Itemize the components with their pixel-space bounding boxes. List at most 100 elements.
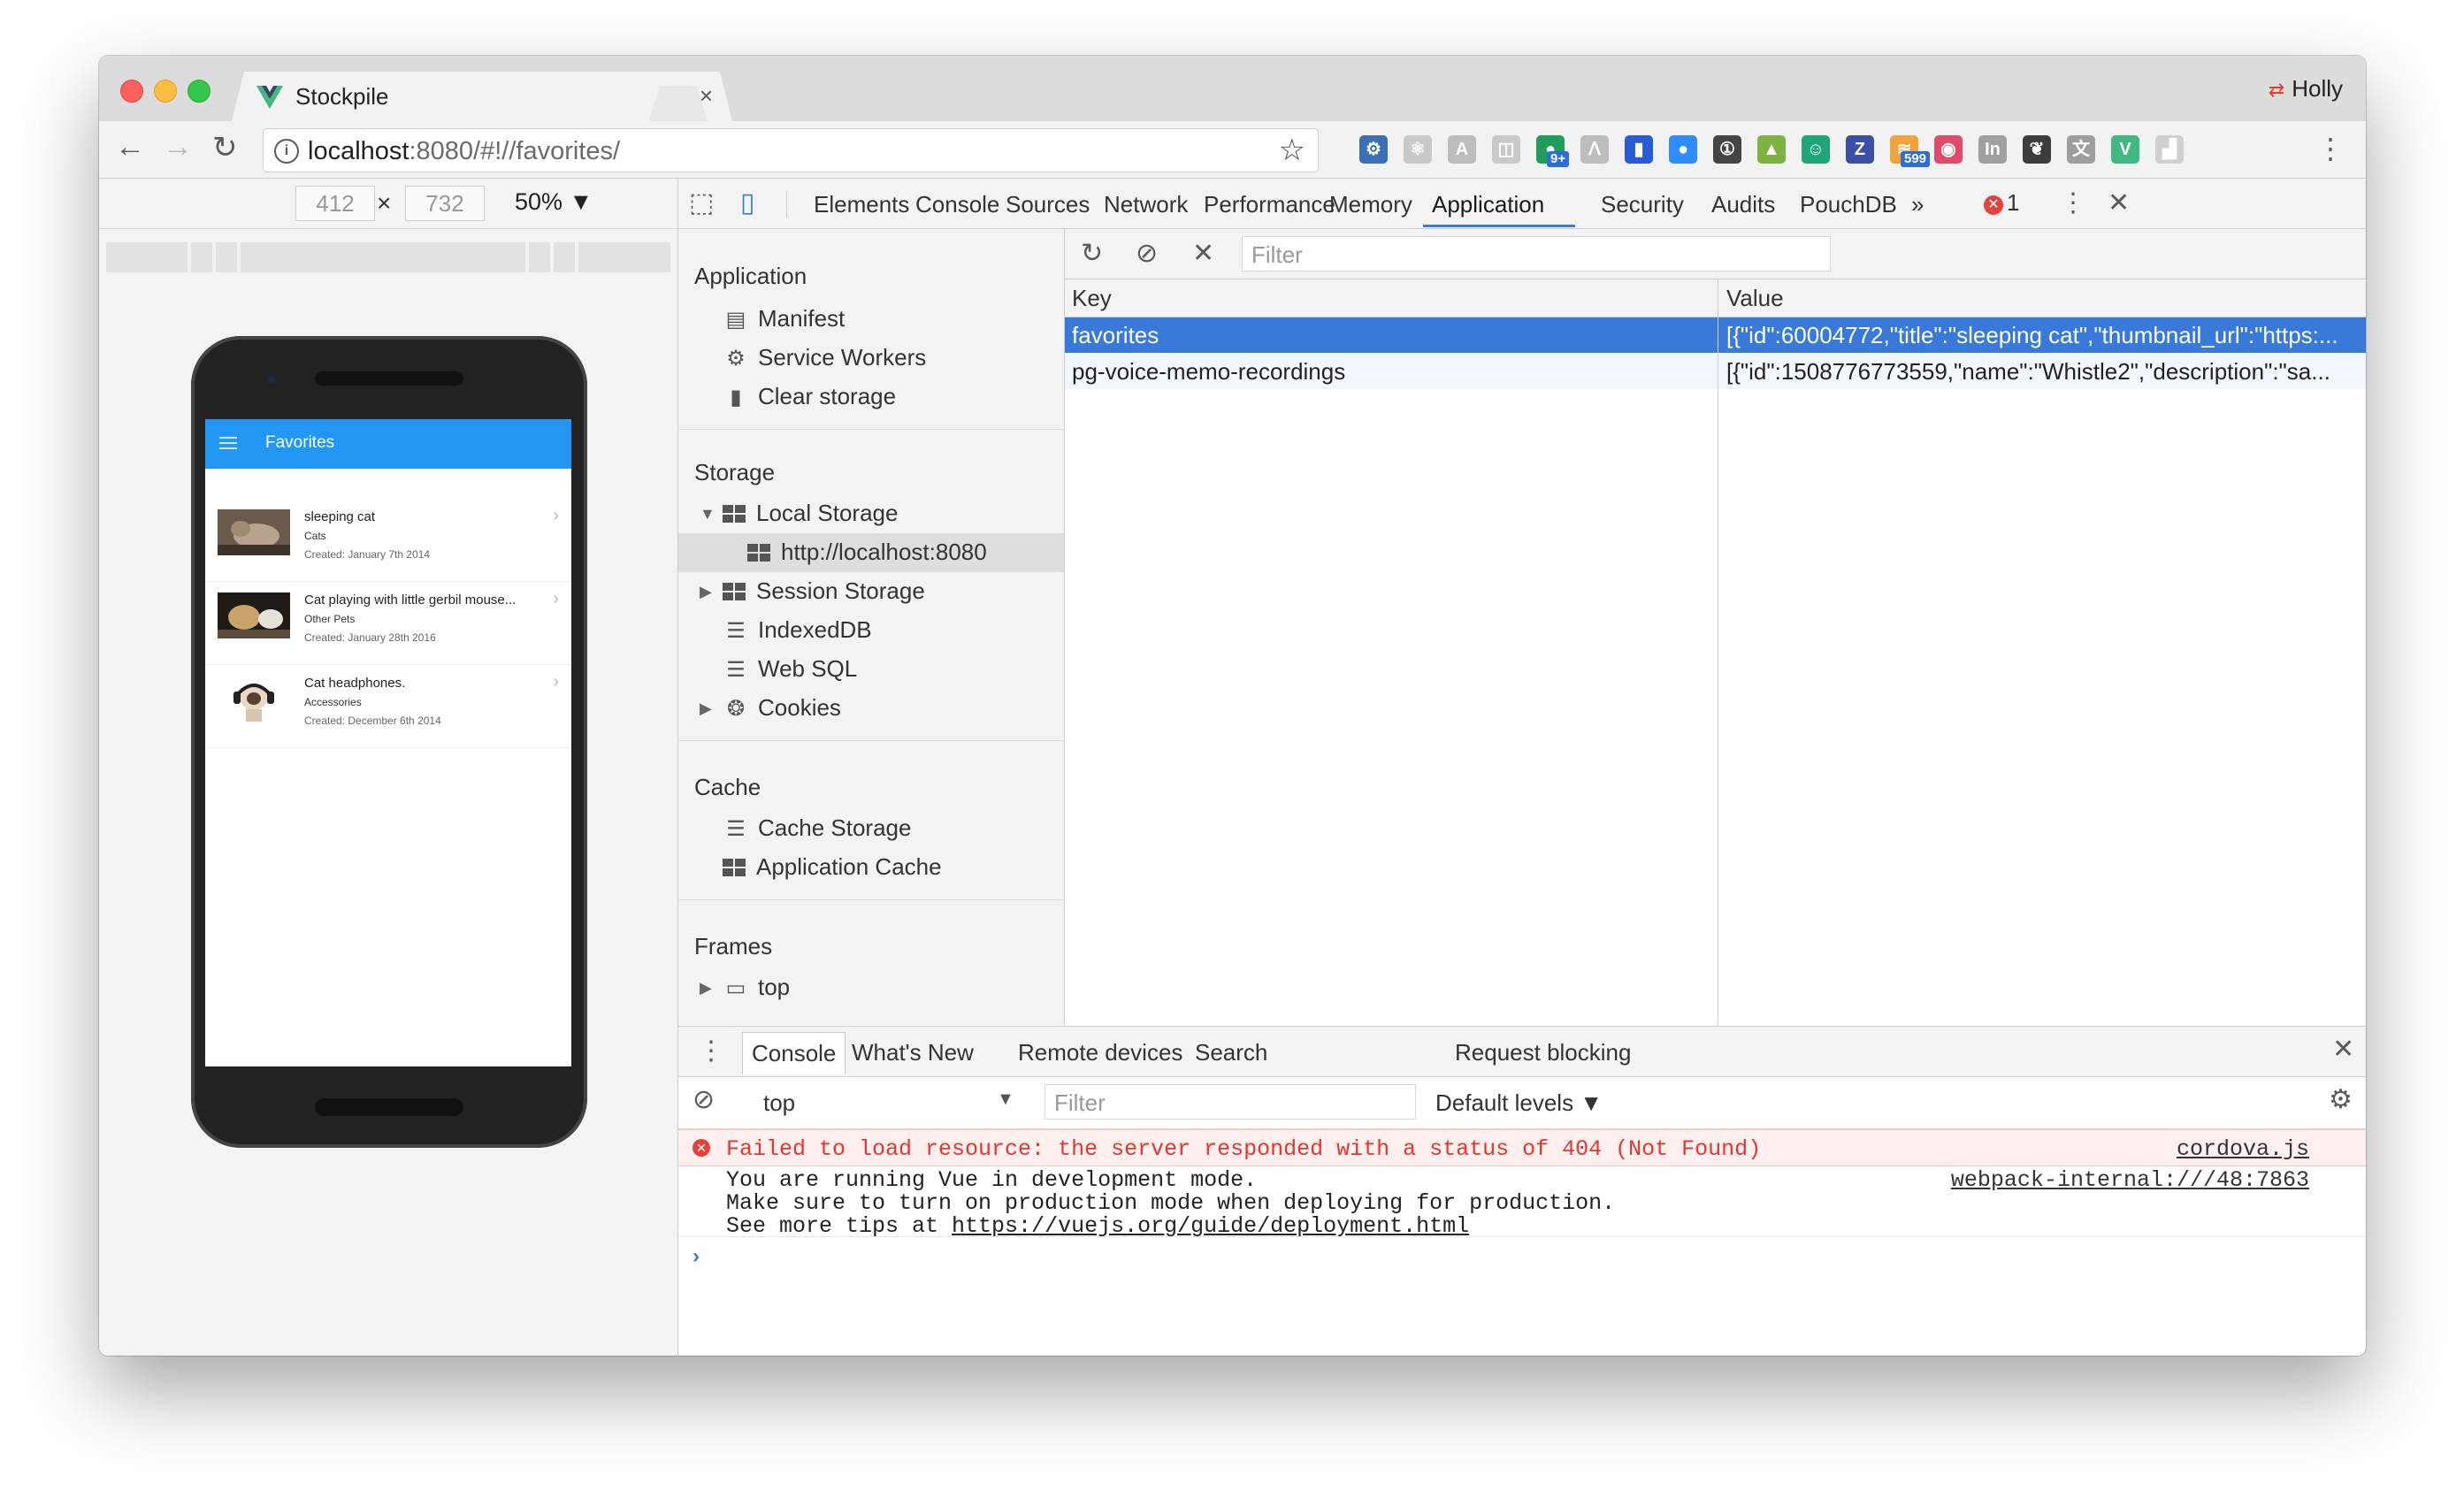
browser-menu-icon[interactable]: ⋮: [2316, 132, 2345, 165]
close-devtools-icon[interactable]: ✕: [2108, 187, 2130, 218]
close-window-button[interactable]: [120, 80, 143, 103]
more-tabs-icon[interactable]: »: [1911, 191, 1924, 218]
device-toggle-icon[interactable]: ▯: [740, 187, 755, 218]
tab-application[interactable]: Application: [1432, 191, 1544, 218]
value-cell: [{"id":60004772,"title":"sleeping cat","…: [1726, 322, 2338, 348]
rss-ext-icon[interactable]: ≋ 599: [1890, 135, 1931, 167]
title-bar: Stockpile × ⇄ Holly: [99, 56, 2366, 121]
drawer-tab-request-blocking[interactable]: Request blocking: [1455, 1039, 1631, 1066]
delete-selected-icon[interactable]: ✕: [1192, 238, 1214, 269]
sidebar-item-frame-top[interactable]: ▭ top: [723, 974, 791, 1001]
reload-icon[interactable]: ↻: [212, 130, 238, 165]
error-source-link[interactable]: cordova.js: [2177, 1136, 2309, 1162]
angular-ext-icon[interactable]: A: [1448, 135, 1476, 164]
tab-pouchdb[interactable]: PouchDB: [1800, 191, 1897, 218]
sidebar-item-service-workers[interactable]: ⚙ Service Workers: [723, 344, 926, 371]
chart-ext-icon[interactable]: ▟: [2155, 135, 2184, 164]
tab-console[interactable]: Console: [915, 191, 999, 218]
camera-ext-icon[interactable]: ◉: [1934, 135, 1963, 164]
media-query-ruler[interactable]: [99, 242, 677, 272]
profile-button[interactable]: ⇄ Holly: [2269, 75, 2343, 103]
error-count-badge[interactable]: ✕ 1: [1984, 189, 2019, 217]
tab-sources[interactable]: Sources: [1006, 191, 1090, 218]
list-item[interactable]: sleeping cat Cats Created: January 7th 2…: [205, 499, 571, 582]
tab-audits[interactable]: Audits: [1711, 191, 1775, 218]
vue-deployment-link[interactable]: https://vuejs.org/guide/deployment.html: [952, 1213, 1469, 1239]
console-toolbar: ⊘ top ▼ Filter Default levels ▼ ⚙: [678, 1077, 2366, 1129]
sidebar-item-indexeddb[interactable]: ☰ IndexedDB: [723, 616, 871, 644]
collapse-triangle-icon[interactable]: ▶: [700, 699, 712, 718]
evernote-ext-icon[interactable]: ❦: [2023, 135, 2051, 164]
back-arrow-icon[interactable]: ←: [115, 130, 145, 164]
collapse-triangle-icon[interactable]: ▶: [700, 979, 712, 997]
clear-console-icon[interactable]: ⊘: [693, 1084, 715, 1115]
vue-ext-icon[interactable]: V: [2111, 135, 2139, 164]
console-settings-gear-icon[interactable]: ⚙: [2329, 1084, 2353, 1115]
close-drawer-icon[interactable]: ✕: [2332, 1034, 2354, 1065]
sidebar-item-application-cache[interactable]: Application Cache: [723, 853, 942, 881]
sidebar-item-clear-storage[interactable]: ▮ Clear storage: [723, 383, 896, 410]
sidebar-item-websql[interactable]: ☰ Web SQL: [723, 655, 857, 683]
drawer-tab-remote-devices[interactable]: Remote devices: [1018, 1039, 1182, 1066]
z-ext-icon[interactable]: Z: [1846, 135, 1874, 164]
rabbit-ext-icon[interactable]: ᐱ: [1580, 135, 1609, 164]
address-bar[interactable]: i localhost:8080/#!//favorites/ ☆: [263, 128, 1319, 172]
sidebar-item-localhost-origin[interactable]: http://localhost:8080: [747, 539, 987, 566]
info-icon[interactable]: i: [274, 139, 299, 164]
ruler-ext-icon[interactable]: ▮: [1625, 135, 1653, 164]
table-row[interactable]: favorites [{"id":60004772,"title":"sleep…: [1065, 317, 2366, 353]
refresh-icon[interactable]: ↻: [1081, 238, 1103, 269]
list-item[interactable]: Cat headphones. Accessories Created: Dec…: [205, 665, 571, 748]
android-ext-icon[interactable]: ▲: [1757, 135, 1786, 164]
clear-all-icon[interactable]: ⊘: [1136, 238, 1158, 269]
translate-ext-icon[interactable]: 文: [2067, 135, 2095, 164]
minimize-window-button[interactable]: [154, 80, 177, 103]
context-dropdown-arrow-icon[interactable]: ▼: [997, 1089, 1014, 1110]
forward-arrow-icon[interactable]: →: [163, 130, 193, 164]
onepassword-ext-icon[interactable]: ①: [1713, 135, 1741, 164]
drawer-menu-icon[interactable]: ⋮: [698, 1036, 724, 1066]
tab-memory[interactable]: Memory: [1329, 191, 1412, 218]
expand-triangle-icon[interactable]: ▼: [700, 505, 715, 524]
zoom-select[interactable]: 50% ▼: [515, 188, 593, 216]
sidebar-item-local-storage[interactable]: Local Storage: [723, 500, 898, 527]
devtools-menu-icon[interactable]: ⋮: [2060, 187, 2086, 218]
react-ext-icon[interactable]: ⚛: [1404, 135, 1432, 164]
tab-performance[interactable]: Performance: [1204, 191, 1335, 218]
sidebar-item-cookies[interactable]: ❂ Cookies: [723, 694, 841, 722]
grey-ext-icon[interactable]: ◫: [1492, 135, 1520, 164]
sidebar-item-manifest[interactable]: ▤ Manifest: [723, 305, 846, 332]
tab-elements[interactable]: Elements: [814, 191, 909, 218]
storage-filter-input[interactable]: Filter: [1242, 236, 1831, 271]
inspect-element-icon[interactable]: ⬚: [689, 187, 714, 218]
sidebar-item-session-storage[interactable]: Session Storage: [723, 577, 925, 605]
hamburger-menu-icon[interactable]: [219, 437, 237, 453]
profile-ext-icon[interactable]: ● 9+: [1536, 135, 1570, 167]
device-width-input[interactable]: 412: [295, 186, 375, 221]
zoom-window-button[interactable]: [187, 80, 210, 103]
in-ext-icon[interactable]: In: [1978, 135, 2007, 164]
drawer-tab-console[interactable]: Console: [742, 1032, 846, 1074]
log-source-link[interactable]: webpack-internal:///48:7863: [1951, 1167, 2309, 1193]
phone-screen: Favorites sleeping cat Cats Created: Jan…: [205, 419, 571, 1066]
table-row[interactable]: pg-voice-memo-recordings [{"id":15087767…: [1065, 354, 2366, 389]
console-prompt-icon[interactable]: ›: [693, 1244, 700, 1269]
settings-ext-icon[interactable]: ⚙: [1359, 135, 1388, 164]
log-levels-select[interactable]: Default levels ▼: [1435, 1089, 1603, 1117]
zoom-ext-icon[interactable]: ●: [1669, 135, 1697, 164]
tab-network[interactable]: Network: [1104, 191, 1188, 218]
key-column-header[interactable]: Key: [1072, 285, 1112, 312]
smile-ext-icon[interactable]: ☺: [1802, 135, 1830, 164]
collapse-triangle-icon[interactable]: ▶: [700, 583, 712, 601]
device-height-input[interactable]: 732: [405, 186, 485, 221]
bookmark-star-icon[interactable]: ☆: [1279, 133, 1305, 168]
drawer-tab-whats-new[interactable]: What's New: [852, 1039, 974, 1066]
list-item[interactable]: Cat playing with little gerbil mouse... …: [205, 582, 571, 665]
database-icon: ☰: [726, 658, 746, 682]
tab-security[interactable]: Security: [1601, 191, 1684, 218]
sidebar-item-cache-storage[interactable]: ☰ Cache Storage: [723, 814, 911, 842]
drawer-tab-search[interactable]: Search: [1195, 1039, 1267, 1066]
console-filter-input[interactable]: Filter: [1045, 1084, 1416, 1120]
value-column-header[interactable]: Value: [1726, 285, 1784, 312]
context-select[interactable]: top: [763, 1089, 795, 1117]
